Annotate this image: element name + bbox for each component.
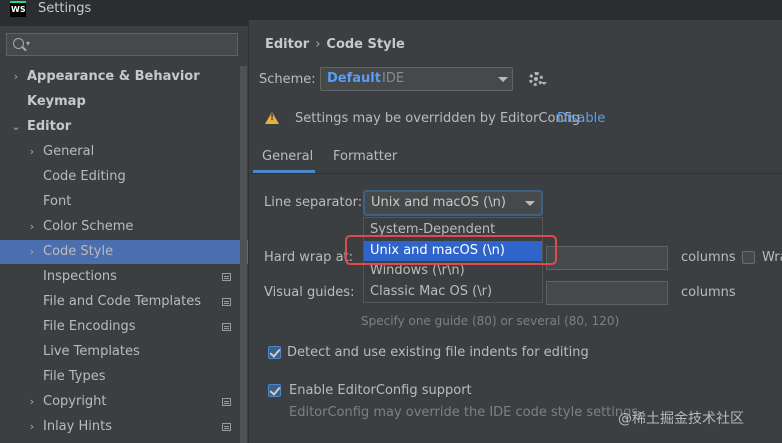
search-input[interactable]: ▾ — [6, 33, 238, 56]
detect-indents-label: Detect and use existing file indents for… — [287, 345, 589, 360]
detect-indents-checkbox[interactable] — [268, 346, 281, 359]
sidebar-item-label: Appearance & Behavior — [27, 69, 200, 84]
annotation-highlight — [345, 235, 557, 265]
search-icon — [13, 38, 24, 49]
sidebar-item-label: Inspections — [43, 269, 117, 284]
wrap-checkbox-label: Wra — [762, 250, 782, 265]
sidebar-item-label: Color Scheme — [43, 219, 134, 234]
editorconfig-checkbox[interactable] — [268, 384, 281, 397]
sidebar-item-label: Live Templates — [43, 344, 140, 359]
visual-guides-hint: Specify one guide (80) or several (80, 1… — [361, 314, 620, 328]
breadcrumb-current: Code Style — [326, 37, 405, 52]
chevron-right-icon[interactable]: › — [26, 215, 38, 239]
dropdown-arrow-icon — [498, 77, 508, 82]
visual-guides-unit: columns — [681, 285, 736, 300]
gear-menu-caret-icon — [541, 82, 547, 85]
breadcrumb: Editor › Code Style — [265, 37, 405, 52]
sidebar-item-font[interactable]: Font — [0, 190, 248, 214]
sidebar-item-file-and-code-templates[interactable]: File and Code Templates — [0, 290, 248, 314]
chevron-right-icon[interactable]: › — [26, 390, 38, 414]
warning-icon — [265, 112, 279, 124]
chevron-right-icon[interactable]: › — [26, 140, 38, 164]
sidebar-item-label: File Types — [43, 369, 106, 384]
sidebar-item-label: General — [43, 144, 95, 159]
project-scope-icon — [222, 398, 231, 406]
sidebar-item-label: Editor — [27, 119, 72, 134]
chevron-right-icon[interactable]: › — [10, 65, 22, 89]
sidebar-item-code-style[interactable]: › Code Style — [0, 240, 248, 264]
chevron-right-icon[interactable]: › — [26, 415, 38, 439]
warning-text: Settings may be overridden by EditorConf… — [295, 111, 581, 126]
project-scope-icon — [222, 273, 231, 281]
dropdown-option-classic-mac[interactable]: Classic Mac OS (\r) — [364, 282, 542, 302]
tab-bar: General Formatter — [249, 143, 782, 174]
breadcrumb-parent: Editor — [265, 37, 310, 52]
hard-wrap-input[interactable] — [546, 246, 668, 270]
visual-guides-input[interactable] — [546, 281, 668, 305]
sidebar-item-editor[interactable]: ⌄ Editor — [0, 115, 248, 139]
line-separator-label: Line separator: — [264, 195, 363, 210]
sidebar-item-label: Copyright — [43, 394, 107, 409]
watermark: @稀土掘金技术社区 — [618, 411, 744, 427]
chevron-down-icon: ▾ — [26, 39, 31, 48]
sidebar-item-label: Keymap — [27, 94, 86, 109]
sidebar-item-inspections[interactable]: Inspections — [0, 265, 248, 289]
tab-formatter[interactable]: Formatter — [333, 149, 397, 164]
dropdown-arrow-icon — [525, 201, 535, 206]
sidebar-item-label: Code Style — [43, 244, 114, 259]
sidebar-item-file-types[interactable]: File Types — [0, 365, 248, 389]
window-title: Settings — [38, 1, 92, 16]
chevron-down-icon[interactable]: ⌄ — [10, 115, 22, 139]
tab-general[interactable]: General — [262, 149, 313, 164]
sidebar-item-label: File and Code Templates — [43, 294, 201, 309]
editorconfig-hint: EditorConfig may override the IDE code s… — [289, 405, 639, 420]
sidebar-item-color-scheme[interactable]: › Color Scheme — [0, 215, 248, 239]
breadcrumb-separator: › — [315, 37, 321, 52]
title-bar: WS Settings — [0, 0, 782, 20]
project-scope-icon — [222, 423, 231, 431]
sidebar-item-appearance-behavior[interactable]: › Appearance & Behavior — [0, 65, 248, 89]
line-separator-select[interactable]: Unix and macOS (\n) — [363, 190, 543, 216]
webstorm-logo-icon: WS — [10, 1, 26, 17]
active-tab-indicator — [253, 170, 315, 173]
scheme-select[interactable]: Default IDE — [320, 67, 513, 91]
sidebar-item-file-encodings[interactable]: File Encodings — [0, 315, 248, 339]
settings-sidebar: ▾ › Appearance & Behavior Keymap ⌄ Editor › Ge… — [0, 26, 248, 443]
chevron-right-icon[interactable]: › — [26, 240, 38, 264]
sidebar-item-general[interactable]: › General — [0, 140, 248, 164]
sidebar-item-inlay-hints[interactable]: › Inlay Hints — [0, 415, 248, 439]
sidebar-item-label: Code Editing — [43, 169, 126, 184]
sidebar-item-keymap[interactable]: Keymap — [0, 90, 248, 114]
scheme-label: Scheme: — [259, 72, 316, 87]
editorconfig-warning: Settings may be overridden by EditorConf… — [249, 103, 782, 135]
sidebar-item-copyright[interactable]: › Copyright — [0, 390, 248, 414]
scheme-value: Default — [327, 71, 381, 86]
project-scope-icon — [222, 323, 231, 331]
hard-wrap-label: Hard wrap at: — [264, 250, 354, 265]
line-separator-value: Unix and macOS (\n) — [371, 195, 506, 210]
hard-wrap-unit: columns — [681, 250, 736, 265]
wrap-on-typing-checkbox[interactable] — [742, 251, 755, 264]
sidebar-item-label: Font — [43, 194, 72, 209]
project-scope-icon — [222, 298, 231, 306]
sidebar-scrollbar[interactable] — [240, 66, 247, 443]
scheme-scope: IDE — [382, 71, 405, 86]
sidebar-item-live-templates[interactable]: Live Templates — [0, 340, 248, 364]
sidebar-item-label: File Encodings — [43, 319, 136, 334]
sidebar-item-label: Inlay Hints — [43, 419, 112, 434]
visual-guides-label: Visual guides: — [264, 285, 355, 300]
sidebar-item-code-editing[interactable]: Code Editing — [0, 165, 248, 189]
disable-editorconfig-link[interactable]: Disable — [557, 111, 605, 126]
editorconfig-label: Enable EditorConfig support — [289, 383, 472, 398]
